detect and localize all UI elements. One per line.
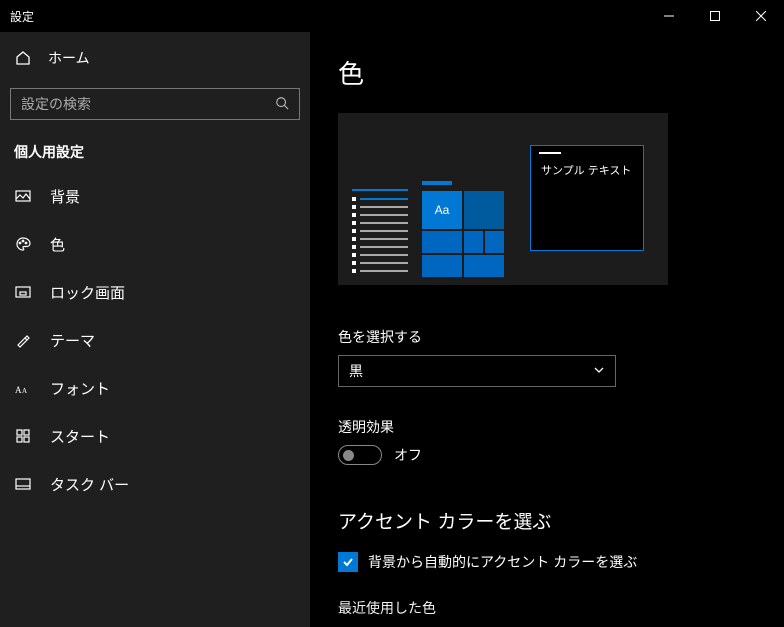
preview-aa-tile: Aa bbox=[422, 191, 462, 229]
preview-start-list bbox=[352, 189, 408, 283]
taskbar-icon bbox=[14, 476, 32, 492]
recent-colors-label: 最近使用した色 bbox=[338, 598, 756, 618]
sidebar-item-label: テーマ bbox=[50, 330, 95, 351]
start-icon bbox=[14, 428, 32, 444]
home-label: ホーム bbox=[48, 48, 90, 68]
color-mode-select[interactable]: 黒 bbox=[338, 355, 616, 387]
accent-heading: アクセント カラーを選ぶ bbox=[338, 507, 756, 534]
preview-sample-text: サンプル テキスト bbox=[541, 162, 631, 178]
sidebar-item-lockscreen[interactable]: ロック画面 bbox=[0, 268, 310, 316]
transparency-label: 透明効果 bbox=[338, 417, 756, 437]
palette-icon bbox=[14, 236, 32, 252]
preview-window: サンプル テキスト bbox=[530, 145, 644, 251]
font-icon: A A bbox=[14, 381, 32, 395]
sidebar-item-taskbar[interactable]: タスク バー bbox=[0, 460, 310, 508]
sidebar-item-start[interactable]: スタート bbox=[0, 412, 310, 460]
app-title: 設定 bbox=[10, 8, 34, 25]
choose-color-label: 色を選択する bbox=[338, 327, 756, 347]
sidebar-item-label: 色 bbox=[50, 234, 65, 255]
sidebar-item-label: フォント bbox=[50, 378, 110, 399]
preview-start-tiles: Aa bbox=[422, 181, 504, 283]
svg-text:A: A bbox=[15, 385, 22, 395]
search-placeholder: 設定の検索 bbox=[21, 94, 91, 114]
sidebar: ホーム 設定の検索 個人用設定 背景 bbox=[0, 32, 310, 627]
picture-icon bbox=[14, 188, 32, 204]
page-title: 色 bbox=[338, 54, 756, 91]
sidebar-item-background[interactable]: 背景 bbox=[0, 172, 310, 220]
close-button[interactable] bbox=[738, 0, 784, 32]
sidebar-item-label: ロック画面 bbox=[50, 282, 125, 303]
title-bar: 設定 bbox=[0, 0, 784, 32]
search-icon bbox=[275, 96, 289, 113]
color-preview: Aa サンプル テキスト bbox=[338, 113, 668, 285]
sidebar-item-label: スタート bbox=[50, 426, 110, 447]
lockscreen-icon bbox=[14, 284, 32, 300]
sidebar-item-colors[interactable]: 色 bbox=[0, 220, 310, 268]
home-icon bbox=[14, 50, 32, 66]
transparency-value: オフ bbox=[394, 445, 422, 465]
theme-icon bbox=[14, 332, 32, 348]
home-nav[interactable]: ホーム bbox=[0, 36, 310, 80]
category-header: 個人用設定 bbox=[0, 128, 310, 172]
sidebar-item-fonts[interactable]: A A フォント bbox=[0, 364, 310, 412]
main-content: 色 Aa bbox=[310, 32, 784, 627]
auto-accent-label: 背景から自動的にアクセント カラーを選ぶ bbox=[368, 552, 637, 572]
sidebar-item-themes[interactable]: テーマ bbox=[0, 316, 310, 364]
minimize-button[interactable] bbox=[646, 0, 692, 32]
sidebar-item-label: タスク バー bbox=[50, 474, 129, 495]
svg-text:A: A bbox=[22, 387, 27, 395]
auto-accent-checkbox[interactable] bbox=[338, 552, 358, 572]
chevron-down-icon bbox=[593, 363, 605, 379]
sidebar-item-label: 背景 bbox=[50, 186, 80, 207]
color-mode-value: 黒 bbox=[349, 361, 363, 381]
search-input[interactable]: 設定の検索 bbox=[10, 88, 300, 120]
transparency-toggle[interactable] bbox=[338, 445, 382, 465]
maximize-button[interactable] bbox=[692, 0, 738, 32]
window-controls bbox=[646, 0, 784, 32]
